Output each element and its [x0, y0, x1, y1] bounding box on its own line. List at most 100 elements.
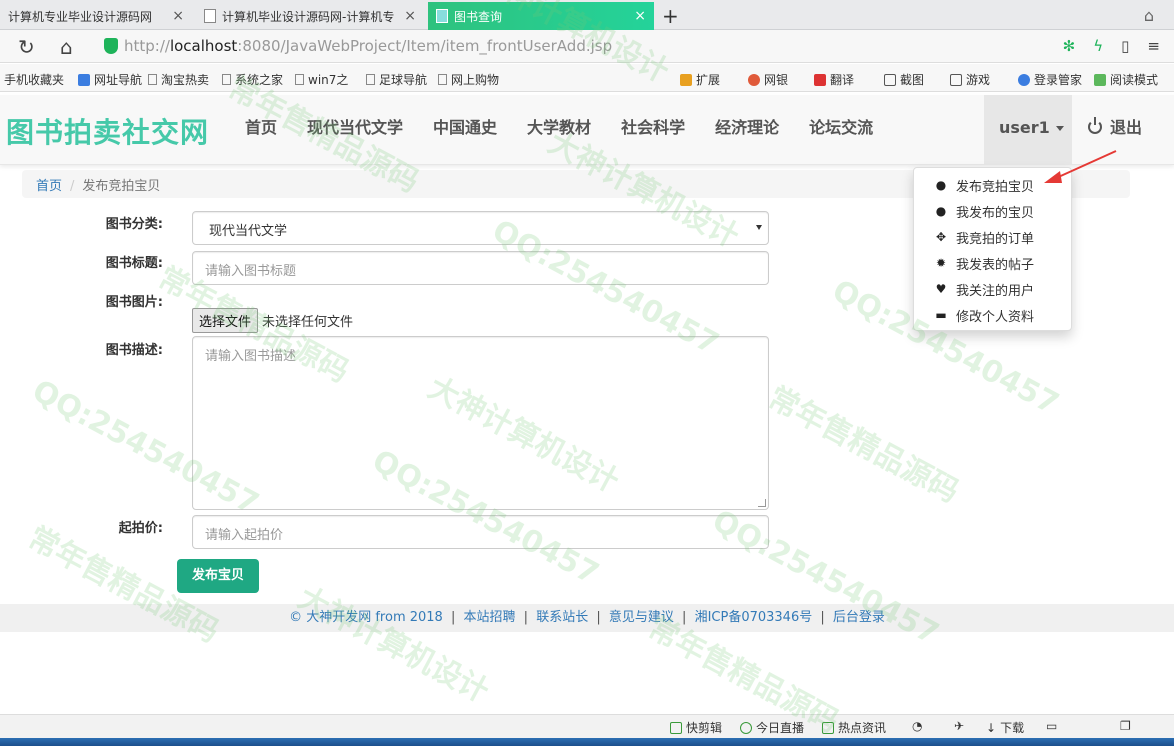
toolbar-games[interactable]: 游戏 — [950, 71, 990, 88]
pin-icon[interactable]: ✈ — [954, 719, 964, 733]
menu-item-my-posts[interactable]: ✹ 我发表的帖子 — [914, 250, 1071, 276]
user-dropdown-menu: ● 发布竞拍宝贝 ● 我发布的宝贝 ✥ 我竞拍的订单 ✹ 我发表的帖子 ♥ 我关注的用户 … — [913, 167, 1072, 331]
nav-modern-literature[interactable]: 现代当代文学 — [292, 95, 418, 165]
skin-icon[interactable]: ⌂ — [1144, 6, 1154, 25]
url-host: localhost — [169, 37, 238, 55]
refresh-spinner-icon[interactable]: ✻ — [1063, 37, 1076, 55]
select-arrow-icon — [756, 225, 762, 230]
status-news[interactable]: 热点资讯 — [822, 719, 886, 736]
menu-item-following[interactable]: ♥ 我关注的用户 — [914, 276, 1071, 302]
category-select[interactable]: 现代当代文学 — [192, 211, 769, 245]
starting-price-input[interactable]: 请输入起拍价 — [192, 515, 769, 549]
tab-title: 图书查询 — [454, 9, 503, 24]
resize-handle-icon[interactable] — [758, 499, 766, 507]
user-icon: ● — [935, 204, 947, 218]
footer-link-icp[interactable]: 湘ICP备0703346号 — [695, 610, 813, 625]
toolbar-translate[interactable]: 翻译 — [814, 71, 854, 88]
speed-icon[interactable]: ◔ — [912, 719, 922, 733]
reload-icon[interactable]: ↻ — [18, 35, 35, 59]
nav-textbooks[interactable]: 大学教材 — [512, 95, 606, 165]
browser-tab-active[interactable]: 图书查询 × — [428, 2, 654, 30]
breadcrumb-separator: / — [70, 179, 75, 194]
close-icon[interactable]: × — [634, 8, 646, 24]
image-file-input[interactable]: 选择文件 未选择任何文件 — [192, 308, 353, 333]
status-quick-clip[interactable]: 快剪辑 — [670, 719, 722, 736]
breadcrumb-home[interactable]: 首页 — [36, 179, 62, 194]
credit-card-icon: ▬ — [935, 308, 947, 322]
breadcrumb-current: 发布竞拍宝贝 — [82, 179, 161, 194]
browser-tab-1[interactable]: 计算机专业毕业设计源码网 × — [0, 2, 192, 30]
watermark: 常年售精品源码 — [762, 380, 965, 510]
category-label: 图书分类: — [105, 217, 163, 232]
watermark: 大神计算机设计 — [292, 580, 495, 710]
footer-link-contact[interactable]: 联系站长 — [536, 610, 588, 625]
main-nav: 首页 现代当代文学 中国通史 大学教材 社会科学 经济理论 论坛交流 — [230, 95, 888, 165]
toolbar-reading-mode[interactable]: 阅读模式 — [1094, 71, 1158, 88]
bookmark-shopping[interactable]: 网上购物 — [438, 71, 499, 88]
menu-item-profile[interactable]: ▬ 修改个人资料 — [914, 302, 1071, 328]
username: user1 — [999, 118, 1050, 137]
toolbar-screenshot[interactable]: 截图 — [884, 71, 924, 88]
browser-tab-2[interactable]: 计算机毕业设计源码网-计算机专 × — [196, 2, 424, 30]
menu-icon[interactable]: ≡ — [1147, 37, 1160, 55]
window-icon[interactable]: ▭ — [1046, 719, 1057, 733]
menu-item-my-bids[interactable]: ✥ 我竞拍的订单 — [914, 224, 1071, 250]
annotation-arrow-icon — [1044, 150, 1117, 183]
phone-icon[interactable]: ▯ — [1121, 37, 1129, 55]
menu-item-my-items[interactable]: ● 我发布的宝贝 — [914, 198, 1071, 224]
footer-link-admin[interactable]: 后台登录 — [833, 610, 885, 625]
bookmark-taobao[interactable]: 淘宝热卖 — [148, 71, 209, 88]
tab-title: 计算机专业毕业设计源码网 — [8, 9, 153, 24]
toolbar-login-manager[interactable]: 登录管家 — [1018, 71, 1082, 88]
nav-chinese-history[interactable]: 中国通史 — [418, 95, 512, 165]
page-icon — [148, 74, 157, 85]
browser-status-bar: 快剪辑 今日直播 热点资讯 ◔ ✈ ↓ 下载 ▭ ❐ — [0, 714, 1174, 738]
title-input[interactable]: 请输入图书标题 — [192, 251, 769, 285]
close-icon[interactable]: × — [172, 8, 184, 24]
move-icon: ✥ — [935, 230, 947, 244]
url-field[interactable]: http://localhost:8080/JavaWebProject/Ite… — [100, 34, 1130, 58]
nav-social-science[interactable]: 社会科学 — [606, 95, 700, 165]
page-icon — [222, 74, 231, 85]
new-tab-button[interactable]: + — [662, 4, 679, 28]
power-icon — [1088, 117, 1102, 134]
bookmarks-bar: 手机收藏夹 网址导航 淘宝热卖 系统之家 win7之 足球导航 网上购物 扩展 … — [0, 64, 1174, 92]
book-icon — [1094, 73, 1106, 86]
status-download[interactable]: ↓ 下载 — [986, 719, 1024, 736]
home-icon[interactable]: ⌂ — [60, 35, 73, 59]
choose-file-button[interactable]: 选择文件 — [192, 308, 259, 333]
site-brand[interactable]: 图书拍卖社交网 — [6, 111, 209, 151]
gear-icon: ✹ — [935, 256, 947, 270]
bookmark-football[interactable]: 足球导航 — [366, 71, 427, 88]
bookmark-mobile[interactable]: 手机收藏夹 — [4, 71, 64, 88]
clip-icon — [670, 721, 682, 734]
heart-icon: ♥ — [935, 282, 947, 296]
bookmark-nav[interactable]: 网址导航 — [78, 71, 142, 88]
image-icon — [436, 9, 448, 23]
status-live[interactable]: 今日直播 — [740, 719, 804, 736]
toolbar-extensions[interactable]: 扩展 — [680, 71, 720, 88]
tab-title: 计算机毕业设计源码网-计算机专 — [222, 9, 395, 24]
page-icon — [204, 9, 216, 23]
lightning-icon[interactable]: ϟ — [1093, 37, 1103, 55]
toolbar-bank[interactable]: 网银 — [748, 71, 788, 88]
url-scheme: http:// — [124, 37, 170, 55]
close-icon[interactable]: × — [404, 8, 416, 24]
description-textarea[interactable]: 请输入图书描述 — [192, 336, 769, 510]
footer-link-feedback[interactable]: 意见与建议 — [609, 610, 674, 625]
bookmark-win7[interactable]: win7之 — [295, 71, 348, 88]
restore-icon[interactable]: ❐ — [1120, 719, 1131, 733]
image-label: 图书图片: — [105, 295, 163, 310]
page-icon — [295, 74, 304, 85]
description-label: 图书描述: — [105, 343, 163, 358]
nav-economics[interactable]: 经济理论 — [700, 95, 794, 165]
nav-home[interactable]: 首页 — [230, 95, 292, 165]
bookmark-syszj[interactable]: 系统之家 — [222, 71, 283, 88]
address-bar: ↻ ⌂ http://localhost:8080/JavaWebProject… — [0, 30, 1174, 63]
footer-link-jobs[interactable]: 本站招聘 — [464, 610, 516, 625]
grid-icon — [680, 73, 692, 86]
publish-button[interactable]: 发布宝贝 — [177, 559, 259, 593]
page-icon — [366, 74, 375, 85]
nav-forum[interactable]: 论坛交流 — [794, 95, 888, 165]
news-icon — [822, 721, 834, 734]
